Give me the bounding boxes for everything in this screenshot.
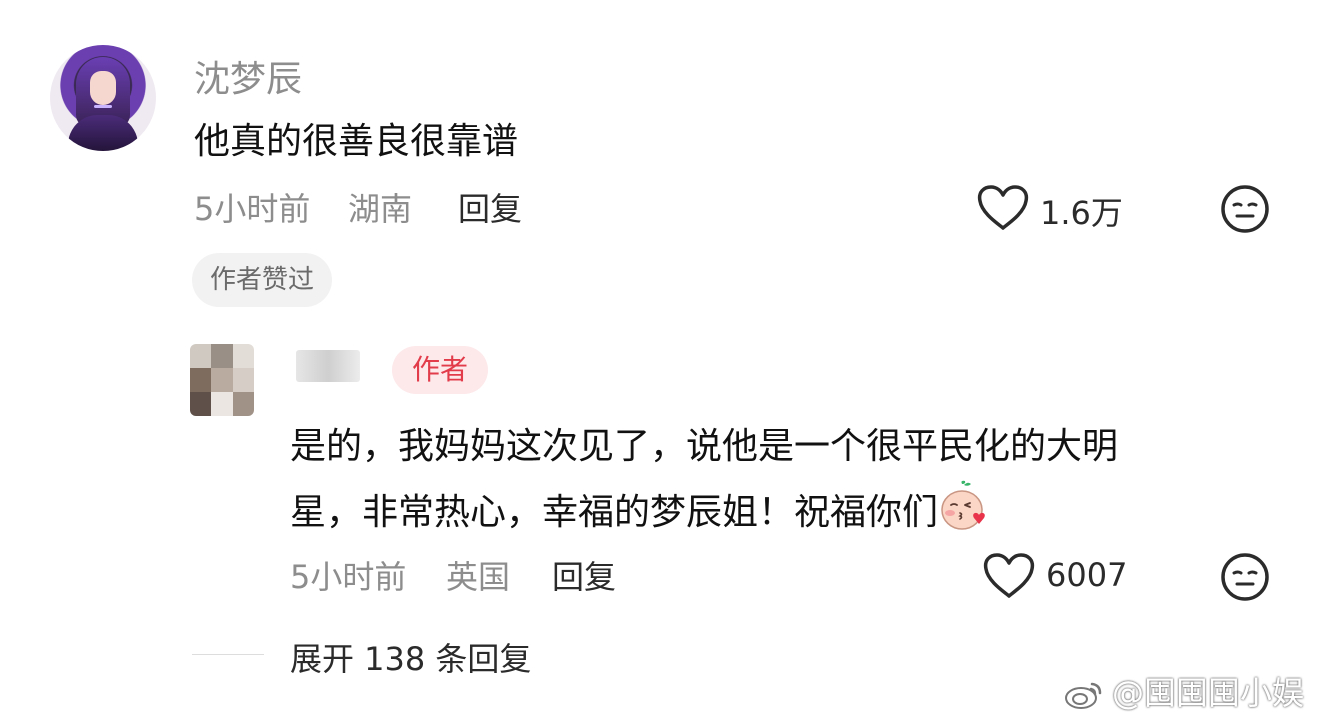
expand-divider — [192, 654, 264, 655]
neutral-face-icon — [1221, 185, 1269, 233]
avatar-choker — [94, 105, 112, 108]
comment-reply-button[interactable]: 回复 — [458, 184, 522, 230]
reply-like-count: 6007 — [1046, 556, 1128, 594]
weibo-logo-icon — [1064, 678, 1104, 718]
comment-dislike-button[interactable] — [1220, 184, 1270, 234]
reply-location: 英国 — [446, 558, 511, 596]
reply-text-line2-wrap: 星，非常热心，幸福的梦辰姐！祝福你们 — [290, 480, 1270, 546]
comment-like-button[interactable] — [976, 184, 1030, 232]
reply-text-line1: 是的，我妈妈这次见了，说他是一个很平民化的大明 — [290, 426, 1119, 467]
author-liked-badge: 作者赞过 — [192, 253, 333, 307]
comment-username[interactable]: 沈梦辰 — [194, 50, 302, 102]
reply-username-blurred[interactable] — [296, 350, 360, 382]
user-avatar[interactable] — [50, 45, 156, 151]
reply-avatar[interactable] — [190, 344, 254, 416]
comment-location: 湖南 — [348, 190, 413, 228]
watermark-text: @囤囤囤小娱 — [1111, 674, 1304, 712]
author-badge: 作者 — [392, 346, 488, 394]
reply-time: 5小时前 — [290, 558, 407, 596]
comment-time: 5小时前 — [194, 190, 311, 228]
reply-reply-button[interactable]: 回复 — [552, 552, 616, 598]
avatar-face — [90, 71, 116, 105]
heart-outline-icon — [977, 185, 1029, 230]
expand-replies-button[interactable]: 展开 138 条回复 — [290, 634, 531, 680]
watermark: @囤囤囤小娱 — [1064, 668, 1304, 718]
comment-text: 他真的很善良很靠谱 — [194, 121, 519, 162]
comment-like-count: 1.6万 — [1040, 194, 1123, 232]
reply-text-line2: 星，非常热心，幸福的梦辰姐！祝福你们 — [290, 492, 939, 533]
heart-outline-icon — [983, 553, 1035, 598]
reply-text: 是的，我妈妈这次见了，说他是一个很平民化的大明 星，非常热心，幸福的梦辰姐！祝福… — [290, 414, 1270, 546]
reply-dislike-button[interactable] — [1220, 552, 1270, 602]
neutral-face-icon — [1221, 553, 1269, 601]
kiss-face-emoji-icon — [938, 480, 988, 532]
reply-like-button[interactable] — [982, 552, 1036, 600]
